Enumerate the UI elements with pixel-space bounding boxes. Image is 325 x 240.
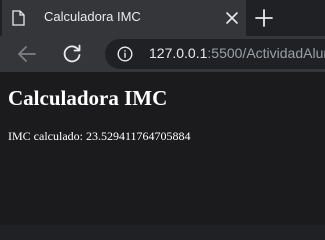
reload-icon[interactable]	[60, 42, 84, 66]
close-icon[interactable]	[223, 9, 241, 27]
url-host: 127.0.0.1	[149, 45, 208, 61]
tab-calculadora-imc[interactable]: Calculadora IMC	[2, 0, 246, 36]
page-content: Calculadora IMC IMC calculado: 23.529411…	[0, 72, 325, 225]
bmi-result-text: IMC calculado: 23.529411764705884	[8, 129, 191, 143]
tab-title: Calculadora IMC	[44, 9, 141, 24]
plus-icon[interactable]	[253, 7, 275, 29]
document-icon	[12, 10, 25, 26]
arrow-left-icon[interactable]	[16, 43, 38, 65]
browser-window: Calculadora IMC 127.0.0.1:5500/Actividad…	[0, 0, 325, 225]
url-path: :5500/ActividadAlum	[207, 45, 325, 61]
info-icon[interactable]	[117, 46, 133, 62]
address-bar[interactable]: 127.0.0.1:5500/ActividadAlum	[105, 39, 325, 69]
tab-strip: Calculadora IMC	[0, 0, 325, 36]
browser-toolbar: 127.0.0.1:5500/ActividadAlum	[0, 36, 325, 72]
page-title: Calculadora IMC	[8, 86, 168, 110]
address-url[interactable]: 127.0.0.1:5500/ActividadAlum	[149, 45, 325, 61]
